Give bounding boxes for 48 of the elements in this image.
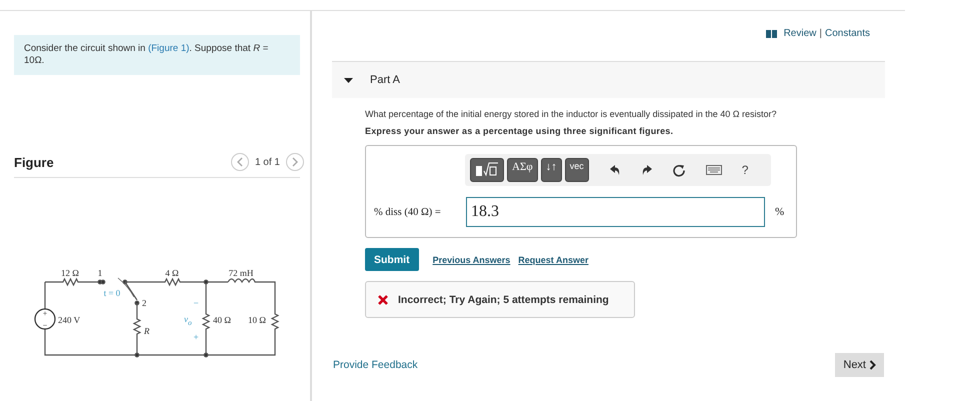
page-counter: 1 of 1 — [254, 156, 280, 168]
resistor-label: 40 Ω — [213, 315, 231, 325]
chevron-left-icon — [236, 157, 244, 167]
instruction-text: Express your answer as a percentage using three significant figures. — [365, 126, 674, 136]
provide-feedback-link[interactable]: Provide Feedback — [333, 359, 418, 371]
node-label: 1 — [98, 268, 102, 278]
node-label: 2 — [142, 298, 146, 308]
answer-field[interactable]: 18.3 — [466, 197, 765, 227]
question-text: What percentage of the initial energy stored in the inductor is eventually dissipated in the 40 Ω resistor? — [365, 109, 778, 119]
voltage-label: v$_{o}$ — [184, 313, 193, 327]
chevron-right-icon — [291, 157, 299, 167]
template-button[interactable] — [470, 158, 504, 182]
problem-text: Consider the circuit shown in (Figure 1). Suppose that R = 10Ω. — [24, 43, 270, 67]
unit-label: % — [775, 206, 784, 218]
resistor-label: 12 Ω — [61, 268, 79, 278]
plus-sign: + — [193, 332, 199, 342]
plus-sign: + — [42, 309, 48, 318]
part-header[interactable]: Part A — [332, 61, 885, 98]
answer-label: % diss (40 Ω) = — [374, 206, 442, 218]
keyboard-icon[interactable] — [706, 165, 722, 175]
redo-icon[interactable] — [640, 164, 653, 176]
constants-link[interactable]: Constants — [824, 28, 870, 39]
book-icon — [766, 30, 777, 38]
separator: | — [819, 28, 822, 39]
previous-answers-link[interactable]: Previous Answers — [432, 254, 510, 264]
radical-icon — [475, 161, 499, 177]
switch-time-label: t = 0 — [104, 288, 120, 298]
resistor-label: 4 Ω — [165, 268, 179, 278]
symbol-button[interactable]: ↓↑ — [540, 158, 562, 182]
undo-icon[interactable] — [608, 164, 621, 176]
vector-button[interactable]: vec — [564, 158, 589, 182]
reset-icon[interactable] — [672, 164, 686, 176]
review-link[interactable]: Review — [784, 28, 816, 39]
resistor-label: 10 Ω — [248, 315, 266, 325]
figure-link[interactable]: (Figure 1) — [148, 43, 190, 54]
resistor-label: R — [144, 326, 150, 336]
figure-title: Figure — [14, 154, 54, 170]
inductor-label: 72 mH — [228, 268, 254, 278]
chevron-icon — [869, 360, 876, 370]
minus-sign: − — [193, 298, 199, 308]
source-label: 240 V — [58, 315, 80, 325]
minus-sign: − — [42, 321, 48, 330]
symbol-button[interactable]: ΑΣφ — [507, 158, 538, 182]
feedback-text: Incorrect; Try Again; 5 attempts remaining — [398, 294, 609, 306]
next-button[interactable]: Next — [835, 353, 884, 377]
request-answer-link[interactable]: Request Answer — [518, 254, 588, 264]
submit-button[interactable]: Submit — [365, 248, 419, 271]
help-button[interactable]: ? — [742, 163, 748, 177]
